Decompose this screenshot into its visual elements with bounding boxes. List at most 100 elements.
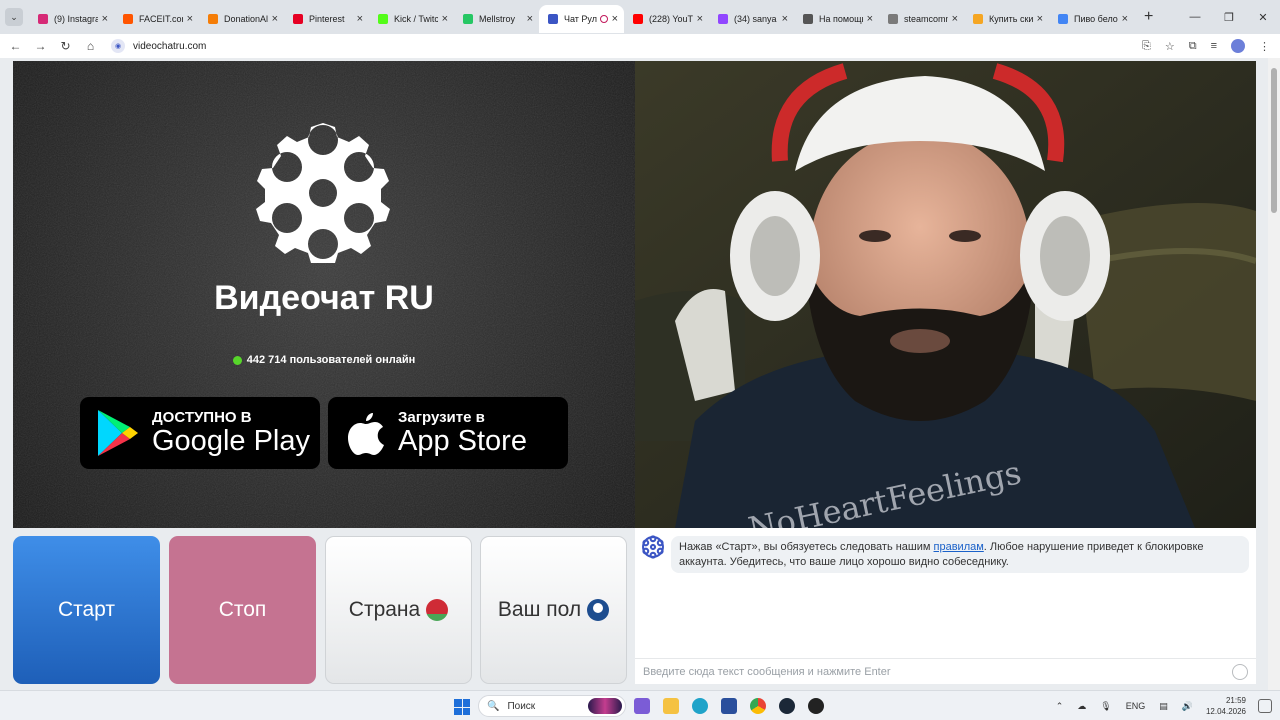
gender-button[interactable]: Ваш пол bbox=[480, 536, 627, 684]
tab-close-icon[interactable]: × bbox=[102, 13, 108, 25]
tab-label: На помощь bbox=[819, 14, 863, 24]
microphone-icon[interactable]: 🎙 bbox=[1100, 701, 1111, 712]
tab-search-button[interactable]: ⌄ bbox=[5, 8, 23, 26]
minimize-button[interactable]: — bbox=[1178, 0, 1212, 34]
bookmark-star-icon[interactable]: ☆ bbox=[1165, 40, 1175, 53]
clock-time: 21:59 bbox=[1225, 696, 1246, 705]
taskbar-search-placeholder: Поиск bbox=[507, 700, 536, 712]
rules-link[interactable]: правилам bbox=[934, 541, 984, 553]
tab-close-icon[interactable]: × bbox=[1037, 13, 1043, 25]
tab-favicon-icon bbox=[293, 14, 303, 24]
app-icon[interactable] bbox=[808, 698, 824, 714]
browser-tab[interactable]: (9) Instagram × bbox=[29, 5, 114, 33]
app-store-button[interactable]: Загрузите в App Store bbox=[328, 397, 568, 469]
extensions-icon[interactable]: ⧉ bbox=[1189, 40, 1197, 53]
back-button[interactable]: ← bbox=[3, 39, 28, 53]
file-explorer-icon[interactable] bbox=[663, 698, 679, 714]
tab-close-icon[interactable]: × bbox=[612, 13, 618, 25]
chrome-icon[interactable] bbox=[750, 698, 766, 714]
wifi-icon[interactable]: ▤ bbox=[1159, 701, 1168, 712]
browser-tab[interactable]: Mellstroy × bbox=[454, 5, 539, 33]
tab-favicon-icon bbox=[1058, 14, 1068, 24]
online-status-dot bbox=[232, 355, 242, 365]
browser-tab[interactable]: DonationAlerts × bbox=[199, 5, 284, 33]
windows-start-icon[interactable] bbox=[454, 699, 470, 715]
tab-favicon-icon bbox=[208, 14, 218, 24]
tray-overflow-icon[interactable]: ⌃ bbox=[1056, 701, 1064, 712]
recording-indicator-icon bbox=[599, 15, 608, 23]
emoji-icon[interactable] bbox=[1232, 663, 1248, 680]
network-icon[interactable]: ☁ bbox=[1077, 701, 1086, 712]
windows-taskbar: 🔍 Поиск ⌃ ☁ 🎙 ENG ▤ 🔊 21:59 12.04.2026 bbox=[0, 690, 1280, 720]
taskbar-search[interactable]: 🔍 Поиск bbox=[478, 695, 626, 717]
url-text[interactable]: videochatru.com bbox=[133, 41, 206, 52]
tab-close-icon[interactable]: × bbox=[187, 13, 193, 25]
browser-tab[interactable]: Kick / Twitch × bbox=[369, 5, 454, 33]
maximize-button[interactable]: ❐ bbox=[1212, 0, 1246, 34]
forward-button[interactable]: → bbox=[28, 39, 53, 53]
notice-text-start: Нажав «Старт», вы обязуетесь следовать н… bbox=[679, 541, 934, 553]
browser-tab[interactable]: FACEIT.com × bbox=[114, 5, 199, 33]
tab-label: Pinterest bbox=[309, 14, 345, 24]
chat-message-input[interactable] bbox=[643, 665, 1232, 678]
tab-close-icon[interactable]: × bbox=[867, 13, 873, 25]
tab-close-icon[interactable]: × bbox=[442, 13, 448, 25]
page-scrollbar[interactable] bbox=[1268, 58, 1280, 690]
tab-strip: ⌄ (9) Instagram×FACEIT.com×DonationAlert… bbox=[0, 0, 1280, 34]
toolbar-actions: ⎘ ☆ ⧉ ≡ ⋮ bbox=[1142, 34, 1270, 58]
steam-icon[interactable] bbox=[779, 698, 795, 714]
reload-button[interactable]: ↻ bbox=[53, 39, 78, 53]
menu-icon[interactable]: ⋮ bbox=[1259, 40, 1270, 53]
browser-tab[interactable]: Купить скины × bbox=[964, 5, 1049, 33]
site-info-icon[interactable]: ◉ bbox=[111, 39, 125, 53]
browser-tab[interactable]: Pinterest × bbox=[284, 5, 369, 33]
tab-close-icon[interactable]: × bbox=[782, 13, 788, 25]
language-indicator[interactable]: ENG bbox=[1126, 701, 1146, 711]
scrollbar-thumb[interactable] bbox=[1271, 68, 1277, 213]
tab-close-icon[interactable]: × bbox=[272, 13, 278, 25]
tab-close-icon[interactable]: × bbox=[527, 13, 533, 25]
teams-icon[interactable] bbox=[634, 698, 650, 714]
user-avatar-icon bbox=[587, 599, 610, 621]
online-counter: 442 714 пользователей онлайн bbox=[13, 354, 635, 366]
browser-tab[interactable]: Пиво белорусское × bbox=[1049, 5, 1134, 33]
app-store-big-text: App Store bbox=[398, 425, 527, 457]
tab-close-icon[interactable]: × bbox=[1122, 13, 1128, 25]
google-play-button[interactable]: ДОСТУПНО В Google Play bbox=[80, 397, 320, 469]
tab-close-icon[interactable]: × bbox=[357, 13, 363, 25]
browser-toolbar: ← → ↻ ⌂ ◉ videochatru.com ⎘ ☆ ⧉ ≡ ⋮ bbox=[0, 34, 1280, 58]
tab-favicon-icon bbox=[463, 14, 473, 24]
notifications-icon[interactable] bbox=[1258, 699, 1272, 713]
browser-tab[interactable]: steamcommunity × bbox=[879, 5, 964, 33]
browser-tab[interactable]: (34) sanya × bbox=[709, 5, 794, 33]
chat-panel: Нажав «Старт», вы обязуетесь следовать н… bbox=[635, 528, 1256, 684]
store-icon[interactable] bbox=[721, 698, 737, 714]
browser-tab[interactable]: (228) YouTube × bbox=[624, 5, 709, 33]
tab-label: Купить скины bbox=[989, 14, 1033, 24]
profile-avatar[interactable] bbox=[1231, 39, 1245, 53]
cast-icon[interactable]: ⎘ bbox=[1142, 40, 1151, 53]
home-button[interactable]: ⌂ bbox=[78, 39, 103, 53]
tab-favicon-icon bbox=[38, 14, 48, 24]
media-controls-icon[interactable]: ≡ bbox=[1211, 40, 1217, 52]
country-label: Страна bbox=[348, 598, 421, 621]
volume-icon[interactable]: 🔊 bbox=[1182, 701, 1193, 712]
tab-label: Kick / Twitch bbox=[394, 14, 438, 24]
new-tab-button[interactable]: + bbox=[1144, 8, 1153, 26]
tab-close-icon[interactable]: × bbox=[952, 13, 958, 25]
browser-tab[interactable]: Чат Рулетка × bbox=[539, 5, 624, 33]
tab-favicon-icon bbox=[803, 14, 813, 24]
country-button[interactable]: Страна bbox=[325, 536, 472, 684]
tab-label: FACEIT.com bbox=[139, 14, 183, 24]
tab-close-icon[interactable]: × bbox=[697, 13, 703, 25]
close-window-button[interactable]: ✕ bbox=[1246, 0, 1280, 34]
clock[interactable]: 21:59 12.04.2026 bbox=[1206, 695, 1246, 717]
tab-label: (228) YouTube bbox=[649, 14, 693, 24]
edge-icon[interactable] bbox=[692, 698, 708, 714]
stop-button[interactable]: Стоп bbox=[169, 536, 316, 684]
start-button[interactable]: Старт bbox=[13, 536, 160, 684]
address-bar[interactable]: ◉ videochatru.com bbox=[111, 36, 206, 56]
online-counter-text: 442 714 пользователей онлайн bbox=[246, 354, 416, 366]
browser-tab[interactable]: На помощь × bbox=[794, 5, 879, 33]
tab-list: (9) Instagram × FACEIT.com × DonationAlerts ×… bbox=[29, 1, 1134, 33]
